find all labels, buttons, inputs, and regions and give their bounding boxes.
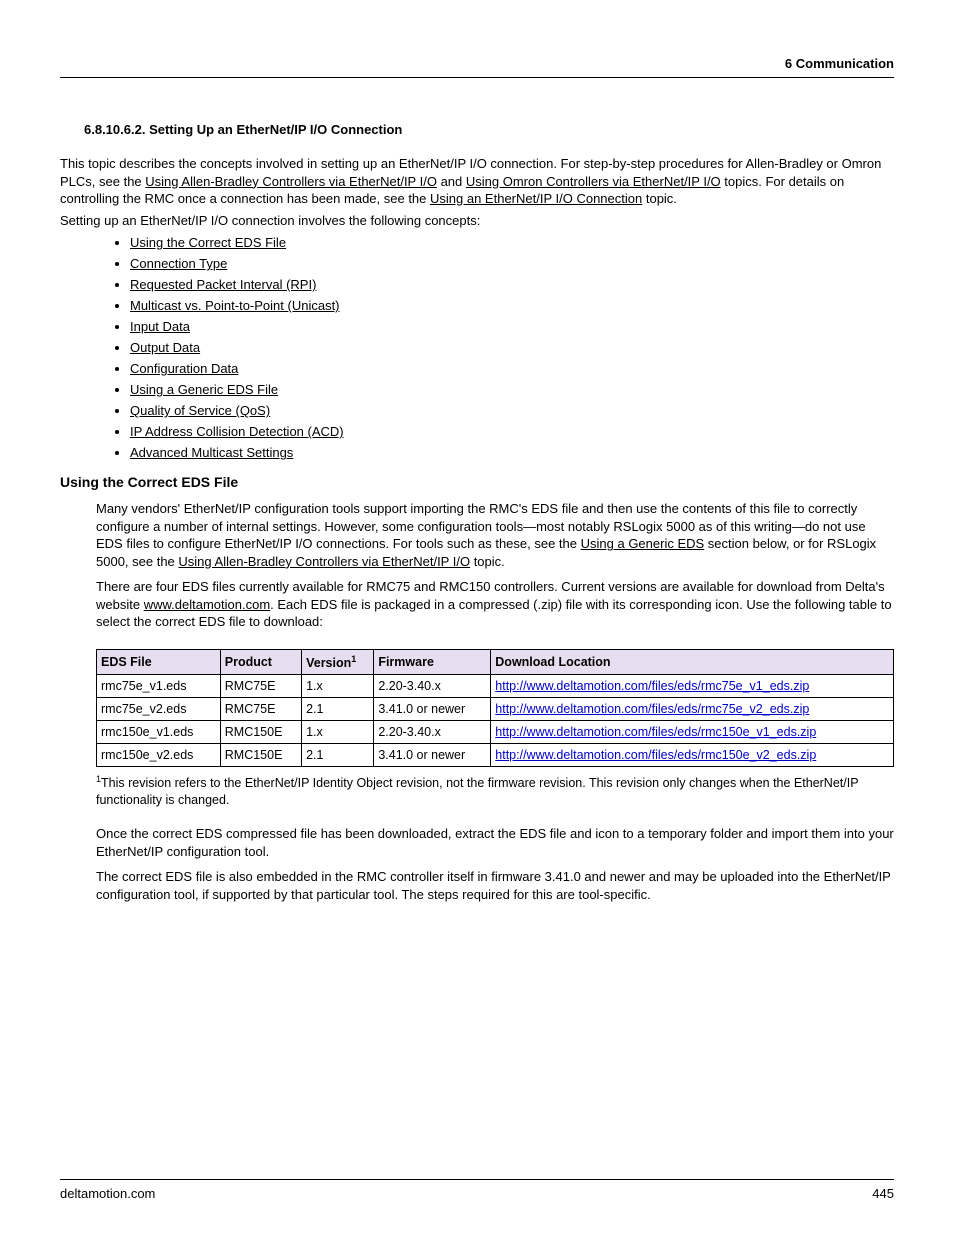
th-version: Version1 <box>302 650 374 675</box>
concept-link[interactable]: Output Data <box>130 340 200 355</box>
table-header-row: EDS File Product Version1 Firmware Downl… <box>97 650 894 675</box>
concept-link[interactable]: Requested Packet Interval (RPI) <box>130 277 316 292</box>
eds-heading: Using the Correct EDS File <box>60 474 894 490</box>
list-item: Configuration Data <box>130 361 894 376</box>
footnote: 1This revision refers to the EtherNet/IP… <box>96 773 894 809</box>
table-row: rmc150e_v2.eds RMC150E 2.1 3.41.0 or new… <box>97 744 894 767</box>
link-allen-bradley[interactable]: Using Allen-Bradley Controllers via Ethe… <box>145 174 437 189</box>
list-item: Advanced Multicast Settings <box>130 445 894 460</box>
list-item: Requested Packet Interval (RPI) <box>130 277 894 292</box>
footer-page-number: 445 <box>872 1186 894 1201</box>
concept-link[interactable]: Advanced Multicast Settings <box>130 445 293 460</box>
list-item: Using the Correct EDS File <box>130 235 894 250</box>
download-link[interactable]: http://www.deltamotion.com/files/eds/rmc… <box>495 679 809 693</box>
concept-link[interactable]: Input Data <box>130 319 190 334</box>
cell-url: http://www.deltamotion.com/files/eds/rmc… <box>491 721 894 744</box>
link-using-io[interactable]: Using an EtherNet/IP I/O Connection <box>430 191 642 206</box>
cell-firmware: 3.41.0 or newer <box>374 698 491 721</box>
concept-link[interactable]: Quality of Service (QoS) <box>130 403 270 418</box>
intro-paragraph-1: This topic describes the concepts involv… <box>60 155 894 208</box>
th-firmware: Firmware <box>374 650 491 675</box>
list-item: Quality of Service (QoS) <box>130 403 894 418</box>
eds-paragraph-1: Many vendors' EtherNet/IP configuration … <box>96 500 894 570</box>
list-item: Using a Generic EDS File <box>130 382 894 397</box>
cell-file: rmc75e_v1.eds <box>97 675 221 698</box>
page-footer: deltamotion.com 445 <box>60 1179 894 1201</box>
table-row: rmc75e_v2.eds RMC75E 2.1 3.41.0 or newer… <box>97 698 894 721</box>
section-heading: 6.8.10.6.2. Setting Up an EtherNet/IP I/… <box>60 122 894 137</box>
th-download: Download Location <box>491 650 894 675</box>
eds-table: EDS File Product Version1 Firmware Downl… <box>96 649 894 767</box>
download-link[interactable]: http://www.deltamotion.com/files/eds/rmc… <box>495 702 809 716</box>
text: and <box>437 174 466 189</box>
link-deltamotion[interactable]: www.deltamotion.com <box>144 597 270 612</box>
link-allen-bradley-2[interactable]: Using Allen-Bradley Controllers via Ethe… <box>178 554 470 569</box>
after-table-p2: The correct EDS file is also embedded in… <box>96 868 894 903</box>
cell-file: rmc75e_v2.eds <box>97 698 221 721</box>
th-eds-file: EDS File <box>97 650 221 675</box>
concepts-list: Using the Correct EDS File Connection Ty… <box>60 235 894 460</box>
eds-paragraph-2: There are four EDS files currently avail… <box>96 578 894 631</box>
cell-version: 1.x <box>302 675 374 698</box>
link-omron[interactable]: Using Omron Controllers via EtherNet/IP … <box>466 174 721 189</box>
table-row: rmc75e_v1.eds RMC75E 1.x 2.20-3.40.x htt… <box>97 675 894 698</box>
table-row: rmc150e_v1.eds RMC150E 1.x 2.20-3.40.x h… <box>97 721 894 744</box>
list-item: Output Data <box>130 340 894 355</box>
text: topic. <box>642 191 677 206</box>
concept-link[interactable]: Using the Correct EDS File <box>130 235 286 250</box>
download-link[interactable]: http://www.deltamotion.com/files/eds/rmc… <box>495 748 816 762</box>
section-number: 6.8.10.6.2. <box>84 122 145 137</box>
cell-version: 1.x <box>302 721 374 744</box>
footnote-text: This revision refers to the EtherNet/IP … <box>96 776 858 807</box>
cell-file: rmc150e_v2.eds <box>97 744 221 767</box>
download-link[interactable]: http://www.deltamotion.com/files/eds/rmc… <box>495 725 816 739</box>
cell-firmware: 2.20-3.40.x <box>374 721 491 744</box>
concept-link[interactable]: Multicast vs. Point-to-Point (Unicast) <box>130 298 340 313</box>
cell-product: RMC75E <box>220 698 301 721</box>
concept-link[interactable]: Configuration Data <box>130 361 238 376</box>
list-item: Multicast vs. Point-to-Point (Unicast) <box>130 298 894 313</box>
list-item: IP Address Collision Detection (ACD) <box>130 424 894 439</box>
cell-product: RMC150E <box>220 744 301 767</box>
list-item: Connection Type <box>130 256 894 271</box>
cell-firmware: 3.41.0 or newer <box>374 744 491 767</box>
list-item: Input Data <box>130 319 894 334</box>
cell-file: rmc150e_v1.eds <box>97 721 221 744</box>
cell-firmware: 2.20-3.40.x <box>374 675 491 698</box>
concept-link[interactable]: IP Address Collision Detection (ACD) <box>130 424 344 439</box>
after-table-p1: Once the correct EDS compressed file has… <box>96 825 894 860</box>
link-generic-eds[interactable]: Using a Generic EDS <box>581 536 705 551</box>
th-product: Product <box>220 650 301 675</box>
cell-product: RMC75E <box>220 675 301 698</box>
cell-url: http://www.deltamotion.com/files/eds/rmc… <box>491 675 894 698</box>
cell-product: RMC150E <box>220 721 301 744</box>
intro-paragraph-2: Setting up an EtherNet/IP I/O connection… <box>60 212 894 230</box>
footer-left: deltamotion.com <box>60 1186 155 1201</box>
page-header: 6 Communication <box>60 56 894 78</box>
section-title: Setting Up an EtherNet/IP I/O Connection <box>149 122 402 137</box>
cell-version: 2.1 <box>302 698 374 721</box>
cell-version: 2.1 <box>302 744 374 767</box>
concept-link[interactable]: Using a Generic EDS File <box>130 382 278 397</box>
text: topic. <box>470 554 505 569</box>
cell-url: http://www.deltamotion.com/files/eds/rmc… <box>491 744 894 767</box>
cell-url: http://www.deltamotion.com/files/eds/rmc… <box>491 698 894 721</box>
concept-link[interactable]: Connection Type <box>130 256 227 271</box>
